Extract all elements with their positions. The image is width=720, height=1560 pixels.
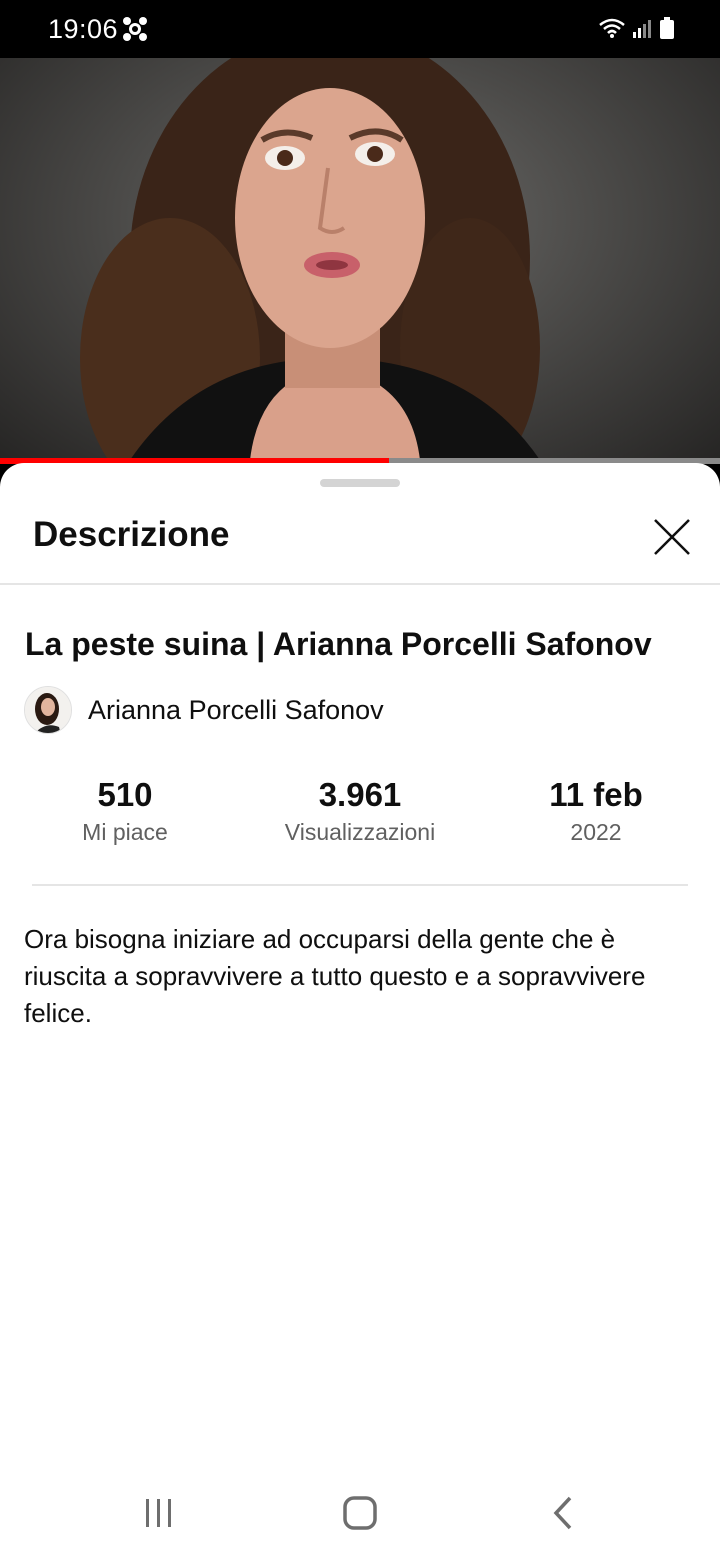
avatar[interactable] [24, 686, 72, 734]
status-time: 19:06 [48, 14, 119, 44]
back-button[interactable] [532, 1488, 592, 1538]
description-sheet: Descrizione La peste suina | Arianna Por… [0, 463, 720, 1560]
stat-date-year: 2022 [570, 819, 622, 845]
video-title: La peste suina | Arianna Porcelli Safono… [25, 626, 652, 662]
close-icon [654, 519, 690, 555]
battery-icon [660, 17, 674, 44]
video-stats: 510 Mi piace 3.961 Visualizzazioni 11 fe… [0, 775, 720, 855]
video-player[interactable] [0, 58, 720, 460]
stat-date: 11 feb 2022 [476, 775, 716, 847]
status-bar: 19:06 [0, 0, 720, 58]
video-description: Ora bisogna iniziare ad occuparsi della … [24, 924, 646, 1028]
stat-views: 3.961 Visualizzazioni [240, 775, 480, 847]
header-divider [0, 583, 720, 585]
home-icon [343, 1496, 377, 1530]
stat-views-label: Visualizzazioni [284, 819, 436, 845]
stat-likes: 510 Mi piace [5, 775, 245, 847]
video-frame-image [80, 58, 540, 460]
wifi-icon [598, 17, 626, 44]
app-notification-icon [122, 16, 148, 42]
home-button[interactable] [330, 1488, 390, 1538]
stat-date-value: 11 feb [549, 776, 643, 813]
stat-views-value: 3.961 [318, 776, 402, 813]
channel-row[interactable]: Arianna Porcelli Safonov [24, 685, 384, 735]
stat-likes-label: Mi piace [82, 819, 168, 845]
navigation-bar [0, 1464, 720, 1560]
recent-apps-button[interactable] [129, 1488, 189, 1538]
recent-apps-icon [146, 1499, 171, 1527]
channel-name[interactable]: Arianna Porcelli Safonov [88, 695, 384, 726]
close-button[interactable] [646, 511, 698, 563]
stat-likes-value: 510 [97, 776, 153, 813]
stats-divider [32, 884, 688, 886]
drag-handle[interactable] [320, 479, 400, 487]
sheet-title: Descrizione [33, 515, 230, 554]
signal-icon [632, 18, 654, 43]
back-icon [553, 1496, 572, 1530]
